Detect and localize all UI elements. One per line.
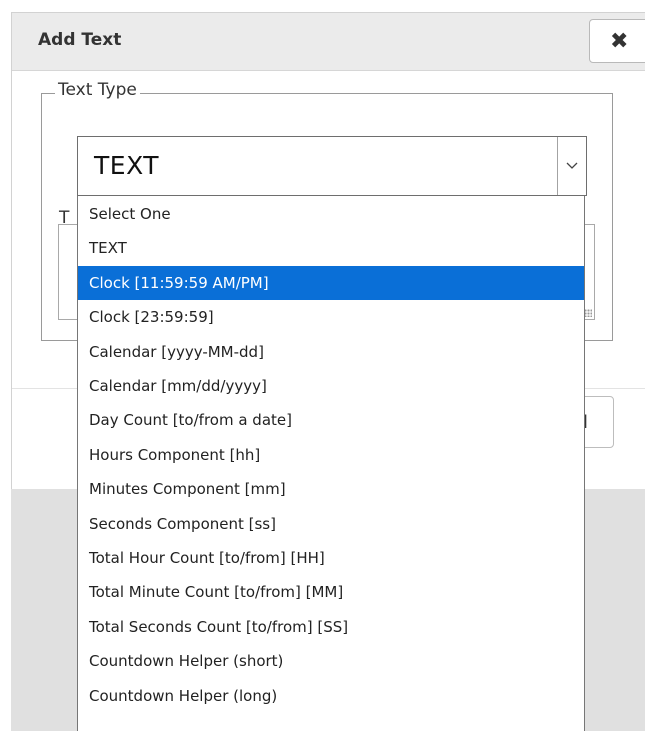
text-type-dropdown-list: Select One TEXT Clock [11:59:59 AM/PM] Cloc… — [77, 196, 585, 731]
dropdown-option[interactable]: Total Seconds Count [to/from] [SS] — [78, 610, 584, 644]
dropdown-option[interactable]: Hours Component [hh] — [78, 438, 584, 472]
dropdown-option[interactable]: Clock [23:59:59] — [78, 300, 584, 334]
dropdown-option[interactable]: TEXT — [78, 231, 584, 265]
resize-grip-icon[interactable] — [584, 309, 592, 317]
text-type-legend: Text Type — [55, 80, 140, 100]
dropdown-option[interactable]: Seconds Component [ss] — [78, 507, 584, 541]
dropdown-option[interactable]: Select One — [78, 197, 584, 231]
dropdown-option[interactable]: Countdown Helper (long) — [78, 679, 584, 713]
dropdown-option[interactable]: Day Count [to/from a date] — [78, 403, 584, 437]
page: Add Text ✖ Text Type T el TEXT Select On… — [0, 0, 645, 731]
dialog-header: Add Text ✖ — [12, 13, 645, 71]
dropdown-option[interactable]: Total Minute Count [to/from] [MM] — [78, 575, 584, 609]
dropdown-option[interactable]: Calendar [yyyy-MM-dd] — [78, 335, 584, 369]
chevron-down-icon-svg — [566, 162, 578, 169]
close-button[interactable]: ✖ — [589, 19, 645, 63]
dropdown-option[interactable]: Countdown Helper (short) — [78, 644, 584, 678]
dropdown-option[interactable]: Calendar [mm/dd/yyyy] — [78, 369, 584, 403]
dialog-title: Add Text — [38, 30, 122, 50]
chevron-down-icon[interactable] — [557, 137, 586, 195]
close-icon: ✖ — [610, 28, 629, 54]
select-value: TEXT — [94, 151, 160, 180]
dropdown-option[interactable]: Minutes Component [mm] — [78, 472, 584, 506]
text-type-select[interactable]: TEXT — [77, 136, 587, 196]
dropdown-option[interactable]: Total Hour Count [to/from] [HH] — [78, 541, 584, 575]
dropdown-option[interactable]: Clock [11:59:59 AM/PM] — [78, 265, 584, 300]
